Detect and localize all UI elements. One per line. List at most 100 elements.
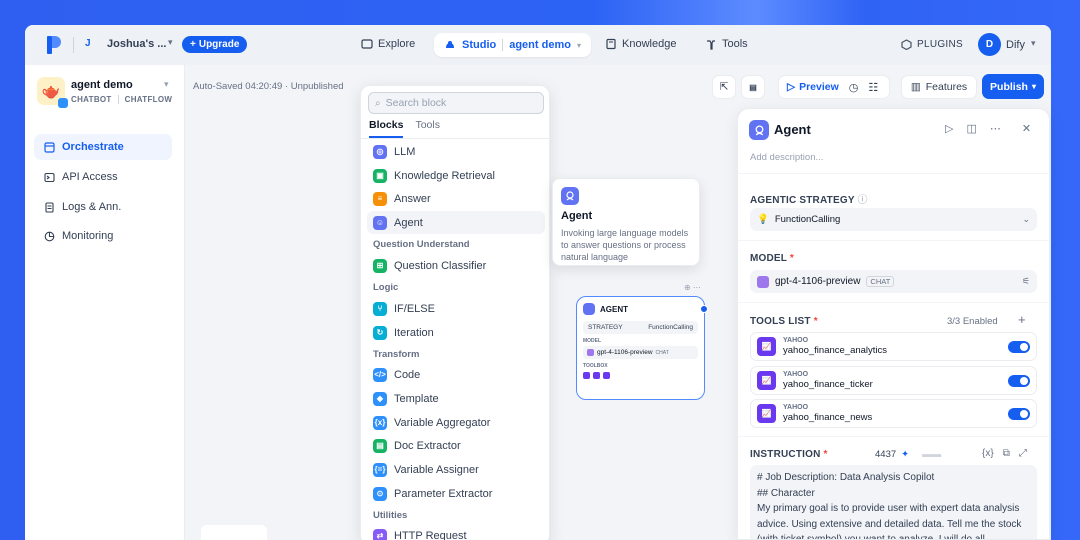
split-view-icon[interactable]: ◫ [966, 122, 976, 135]
nav-explore[interactable]: Explore [361, 38, 415, 50]
nav-tools[interactable]: Tools [705, 38, 748, 50]
tooltip-description: Invoking large language models to answer… [561, 228, 689, 262]
dify-logo-icon[interactable] [47, 36, 61, 54]
node-connector-handle[interactable] [700, 305, 708, 313]
close-icon[interactable]: ✕ [1022, 122, 1031, 135]
block-doc-extractor[interactable]: ▤ Doc Extractor [367, 434, 545, 457]
checklist-icon[interactable]: ☷ [868, 81, 878, 94]
agent-icon [749, 120, 769, 140]
model-select[interactable]: gpt-4-1106-preview CHAT ⚟ [750, 270, 1037, 293]
current-app-name[interactable]: agent demo [509, 39, 571, 51]
divider [117, 95, 119, 104]
tool-item[interactable]: 📈 YAHOO yahoo_finance_news [750, 399, 1037, 428]
chevron-down-icon: ⌄ [1022, 214, 1030, 224]
explore-icon [361, 39, 373, 49]
strategy-label: AGENTIC STRATEGY [750, 195, 855, 206]
instruction-editor[interactable]: # Job Description: Data Analysis Copilot… [750, 465, 1037, 539]
sidebar-item-logs[interactable]: Logs & Ann. [34, 194, 172, 220]
teapot-emoji-icon: 🫖 [41, 83, 61, 100]
block-iteration[interactable]: ↻ Iteration [367, 321, 545, 344]
document-icon: ▤ [373, 438, 387, 453]
preview-button[interactable]: ▷ Preview [787, 81, 839, 93]
block-label: LLM [394, 145, 416, 158]
user-name[interactable]: Dify [1006, 39, 1025, 51]
env-variables-button[interactable]: ⇱ [712, 75, 736, 99]
tool-toggle[interactable] [1008, 407, 1030, 420]
tool-item[interactable]: 📈 YAHOO yahoo_finance_ticker [750, 366, 1037, 395]
canvas-node-placeholder[interactable] [201, 525, 267, 540]
plugins-label: PLUGINS [917, 39, 964, 50]
agent-node[interactable]: AGENT STRATEGY FunctionCalling MODEL gpt… [576, 296, 708, 400]
block-answer[interactable]: ≡ Answer [367, 187, 545, 210]
openai-icon [587, 349, 594, 356]
block-code[interactable]: </> Code [367, 363, 545, 386]
app-title[interactable]: agent demo [71, 79, 133, 91]
node-strategy: STRATEGY FunctionCalling [583, 321, 698, 334]
workspace-name[interactable]: Joshua's ... [107, 38, 166, 50]
block-variable-assigner[interactable]: {=} Variable Assigner [367, 458, 545, 481]
sparkle-icon[interactable]: ✦ [901, 449, 909, 460]
tool-name: yahoo_finance_ticker [783, 379, 873, 390]
sidebar-item-orchestrate[interactable]: Orchestrate [34, 134, 172, 160]
parameter-icon: ⊙ [373, 486, 387, 501]
block-selector: ⌕ Blocks Tools ◎ LLM ▣ Knowledge Retriev… [360, 85, 550, 540]
env-icon: ▤ [749, 82, 757, 92]
plugins-button[interactable]: PLUGINS [901, 39, 963, 50]
block-if-else[interactable]: ⑂ IF/ELSE [367, 297, 545, 320]
block-label: Knowledge Retrieval [394, 169, 495, 182]
chevron-down-icon[interactable]: ▾ [168, 37, 173, 48]
instruction-meta: 4437 ✦ ▬▬ [875, 449, 941, 460]
block-llm[interactable]: ◎ LLM [367, 140, 545, 163]
node-menu-icon[interactable]: ⊕ ⋯ [684, 283, 701, 292]
block-http-request[interactable]: ⇄ HTTP Request [367, 524, 545, 540]
features-button[interactable]: ▥ Features [901, 75, 977, 99]
variable-icon[interactable]: {x} [982, 448, 994, 459]
upgrade-button[interactable]: + Upgrade [182, 36, 248, 53]
more-icon[interactable]: ⋯ [990, 122, 1001, 135]
book-icon [606, 38, 616, 50]
search-block[interactable]: ⌕ [368, 92, 544, 114]
tool-provider: YAHOO [783, 404, 809, 411]
settings-sliders-icon[interactable]: ⚟ [1022, 276, 1030, 287]
publish-button[interactable]: Publish ▾ [982, 74, 1044, 99]
sidebar-item-monitoring[interactable]: Monitoring [34, 223, 172, 249]
block-knowledge-retrieval[interactable]: ▣ Knowledge Retrieval [367, 164, 545, 187]
history-icon[interactable]: ◷ [849, 81, 859, 94]
chevron-down-icon[interactable]: ▾ [164, 79, 169, 90]
top-navigation: J Joshua's ... ▾ + Upgrade Explore Studi… [25, 25, 1051, 65]
search-input[interactable] [385, 97, 536, 109]
chevron-down-icon[interactable]: ▾ [577, 41, 581, 50]
block-label: Variable Assigner [394, 463, 479, 476]
block-variable-aggregator[interactable]: {x} Variable Aggregator [367, 411, 545, 434]
help-icon[interactable]: ⓘ [858, 195, 868, 206]
features-label: Features [925, 81, 968, 93]
add-tool-button[interactable]: + [1018, 312, 1026, 327]
app-icon: 🫖 [37, 77, 68, 108]
tool-toggle[interactable] [1008, 374, 1030, 387]
tool-name: yahoo_finance_news [783, 412, 873, 423]
block-question-classifier[interactable]: ⊞ Question Classifier [367, 254, 545, 277]
strategy-select[interactable]: 💡 FunctionCalling ⌄ [750, 208, 1037, 231]
tool-icon [603, 372, 610, 379]
tool-item[interactable]: 📈 YAHOO yahoo_finance_analytics [750, 332, 1037, 361]
tool-toggle[interactable] [1008, 340, 1030, 353]
model-value: gpt-4-1106-preview [775, 276, 861, 287]
block-parameter-extractor[interactable]: ⊙ Parameter Extractor [367, 482, 545, 505]
run-icon[interactable]: ▷ [945, 122, 953, 135]
conversation-variables-button[interactable]: ▤ [741, 75, 765, 99]
sidebar-item-api-access[interactable]: API Access [34, 164, 172, 190]
description-input[interactable]: Add description... [750, 152, 823, 163]
block-agent[interactable]: ☺ Agent [367, 211, 545, 234]
nav-knowledge[interactable]: Knowledge [605, 38, 676, 50]
jinja-toggle-icon[interactable]: ▬▬ [922, 449, 941, 460]
chevron-down-icon[interactable]: ▾ [1031, 38, 1036, 49]
expand-icon[interactable]: ⤢ [1019, 448, 1027, 459]
avatar[interactable]: D [978, 33, 1001, 56]
copy-icon[interactable]: ⧉ [1003, 448, 1010, 459]
tools-section-label: TOOLS LIST * [750, 316, 818, 327]
panel-title[interactable]: Agent [774, 122, 811, 137]
tab-tools[interactable]: Tools [415, 119, 440, 138]
tab-blocks[interactable]: Blocks [369, 119, 404, 138]
nav-studio[interactable]: Studio agent demo ▾ [434, 33, 591, 57]
block-template[interactable]: ◆ Template [367, 387, 545, 410]
